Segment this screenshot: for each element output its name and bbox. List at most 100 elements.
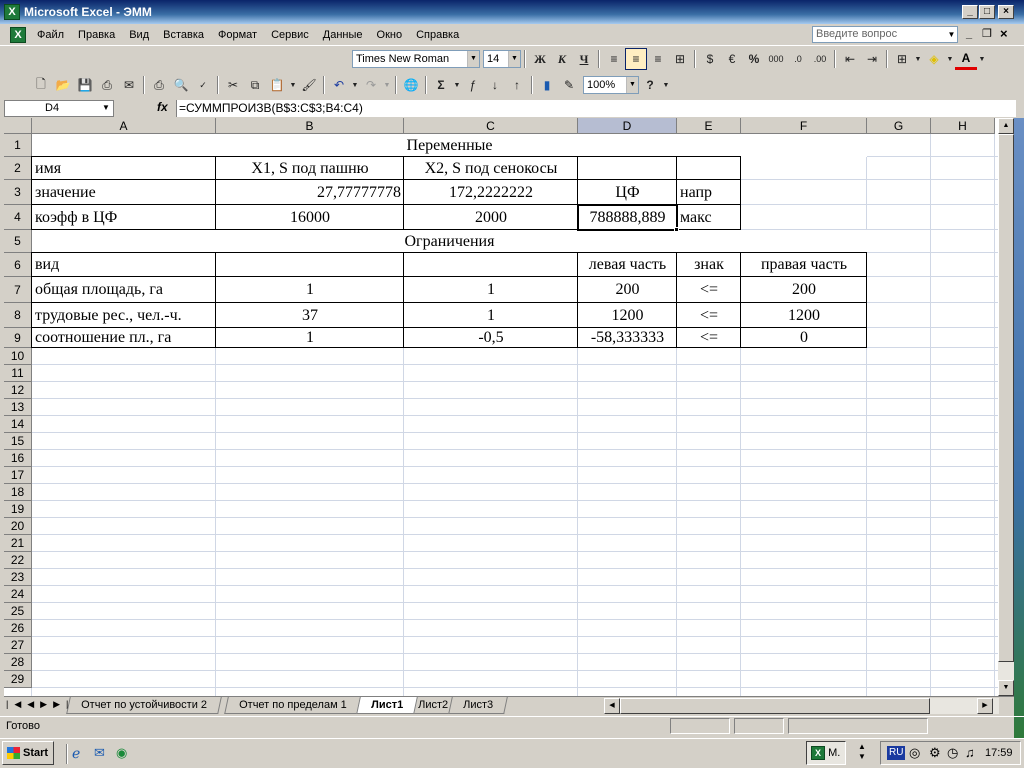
euro-icon[interactable]: € — [721, 48, 743, 70]
row-header[interactable]: 29 — [4, 671, 32, 688]
cell-A7[interactable]: общая площадь, га — [32, 277, 216, 303]
cell-A4[interactable]: коэфф в ЦФ — [32, 205, 216, 230]
permission-icon[interactable]: ⎙ — [96, 74, 118, 96]
scroll-right-icon[interactable]: ▶ — [977, 698, 993, 714]
menu-data[interactable]: Данные — [316, 29, 370, 41]
currency-icon[interactable]: $ — [699, 48, 721, 70]
cell-D6[interactable]: левая часть — [578, 253, 677, 277]
scroll-left-icon[interactable]: ◀ — [604, 698, 620, 714]
row-header[interactable]: 7 — [4, 277, 32, 303]
row-header[interactable]: 6 — [4, 253, 32, 277]
cell-F6[interactable]: правая часть — [741, 253, 867, 277]
menu-format[interactable]: Формат — [211, 29, 264, 41]
scroll-up-icon[interactable]: ▲ — [998, 118, 1014, 134]
tab-navigation-icons[interactable]: |◀◀▶▶| — [6, 699, 74, 710]
save-icon[interactable]: 💾 — [74, 74, 96, 96]
scroll-down-icon[interactable]: ▼ — [998, 680, 1014, 696]
row-header[interactable]: 25 — [4, 603, 32, 620]
column-header[interactable]: C — [404, 118, 578, 134]
row-header[interactable]: 4 — [4, 205, 32, 230]
cell-A9[interactable]: соотношение пл., га — [32, 328, 216, 348]
sort-ascending-icon[interactable]: ↓ — [484, 74, 506, 96]
tab-sheet3[interactable]: Лист3 — [448, 697, 508, 714]
underline-button[interactable]: Ч — [573, 48, 595, 70]
tab-sensitivity-report[interactable]: Отчет по устойчивости 2 — [66, 697, 222, 714]
cell-C7[interactable]: 1 — [404, 277, 578, 303]
email-icon[interactable]: ✉ — [118, 74, 140, 96]
undo-icon[interactable]: ↶ — [328, 74, 350, 96]
tab-limits-report[interactable]: Отчет по пределам 1 — [224, 697, 362, 714]
column-header[interactable]: G — [867, 118, 931, 134]
row-header[interactable]: 10 — [4, 348, 32, 365]
name-box[interactable]: D4 — [4, 100, 114, 117]
menu-view[interactable]: Вид — [122, 29, 156, 41]
cell-F9[interactable]: 0 — [741, 328, 867, 348]
menu-edit[interactable]: Правка — [71, 29, 122, 41]
cell-B3[interactable]: 27,77777778 — [216, 180, 404, 205]
row-header[interactable]: 9 — [4, 328, 32, 348]
row-header[interactable]: 14 — [4, 416, 32, 433]
row-header[interactable]: 27 — [4, 637, 32, 654]
chart-wizard-icon[interactable]: ▮ — [536, 74, 558, 96]
menu-window[interactable]: Окно — [370, 29, 410, 41]
maximize-button[interactable]: □ — [979, 5, 995, 19]
ie-icon[interactable]: ℯ — [72, 745, 80, 762]
cell-A3[interactable]: значение — [32, 180, 216, 205]
chevron-down-icon[interactable]: ▼ — [626, 77, 638, 93]
chevron-down-icon[interactable]: ▼ — [350, 74, 360, 96]
chevron-down-icon[interactable]: ▼ — [467, 51, 479, 67]
cell-A2[interactable]: имя — [32, 157, 216, 180]
cell-A8[interactable]: трудовые рес., чел.-ч. — [32, 303, 216, 328]
menu-tools[interactable]: Сервис — [264, 29, 316, 41]
help-icon[interactable]: ? — [639, 74, 661, 96]
menu-file[interactable]: Файл — [30, 29, 71, 41]
cell-B4[interactable]: 16000 — [216, 205, 404, 230]
chevron-down-icon[interactable]: ▼ — [977, 48, 987, 70]
cell-E9[interactable]: <= — [677, 328, 741, 348]
chevron-down-icon[interactable]: ▼ — [102, 103, 110, 112]
row-header[interactable]: 21 — [4, 535, 32, 552]
chevron-down-icon[interactable]: ▼ — [452, 74, 462, 96]
chevron-down-icon[interactable]: ▼ — [945, 48, 955, 70]
column-header[interactable]: F — [741, 118, 867, 134]
row-header[interactable]: 8 — [4, 303, 32, 328]
clock-icon[interactable]: ◷ — [947, 742, 958, 764]
bold-button[interactable]: Ж — [529, 48, 551, 70]
cell-C9[interactable]: -0,5 — [404, 328, 578, 348]
print-icon[interactable]: ⎙ — [148, 74, 170, 96]
cell-C8[interactable]: 1 — [404, 303, 578, 328]
redo-icon[interactable]: ↷ — [360, 74, 382, 96]
tray-icon[interactable]: ⚙ — [929, 742, 941, 764]
cut-icon[interactable]: ✂ — [222, 74, 244, 96]
chevron-down-icon[interactable]: ▼ — [661, 74, 671, 96]
hyperlink-icon[interactable]: 🌐 — [400, 74, 422, 96]
cell-B5[interactable]: Ограничения — [32, 230, 867, 253]
doc-close-button[interactable]: × — [1000, 26, 1008, 41]
cell-B1[interactable]: Переменные — [32, 134, 867, 157]
cell-E3[interactable]: напр — [677, 180, 741, 205]
menu-insert[interactable]: Вставка — [156, 29, 211, 41]
paste-icon[interactable]: 📋 — [266, 74, 288, 96]
ask-dropdown-arrow[interactable]: ▼ — [946, 27, 957, 42]
close-button[interactable]: × — [998, 5, 1014, 19]
chevron-down-icon[interactable]: ▼ — [288, 74, 298, 96]
row-header[interactable]: 5 — [4, 230, 32, 253]
new-file-icon[interactable]: 🗋 — [30, 74, 52, 96]
cell-B2[interactable]: X1, S под пашню — [216, 157, 404, 180]
cell-F7[interactable]: 200 — [741, 277, 867, 303]
row-header[interactable]: 17 — [4, 467, 32, 484]
drawing-icon[interactable]: ✎ — [558, 74, 580, 96]
row-header[interactable]: 24 — [4, 586, 32, 603]
cell-B9[interactable]: 1 — [216, 328, 404, 348]
italic-button[interactable]: К — [551, 48, 573, 70]
insert-function-icon[interactable]: fx — [157, 100, 168, 114]
select-all-corner[interactable] — [4, 118, 32, 134]
decrease-indent-icon[interactable]: ⇤ — [839, 48, 861, 70]
zoom-combo[interactable]: 100% ▼ — [583, 76, 639, 94]
row-header[interactable]: 3 — [4, 180, 32, 205]
column-header[interactable]: E — [677, 118, 741, 134]
row-header[interactable]: 12 — [4, 382, 32, 399]
row-header[interactable]: 28 — [4, 654, 32, 671]
ask-question-input[interactable]: Введите вопрос — [812, 26, 958, 43]
column-header[interactable]: D — [578, 118, 677, 134]
